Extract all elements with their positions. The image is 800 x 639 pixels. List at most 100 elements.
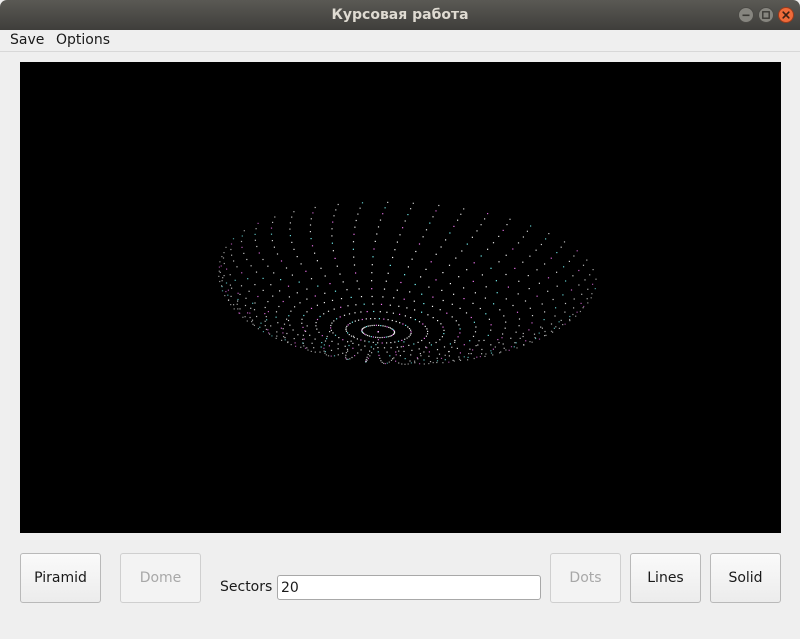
dome-dot [280,279,282,281]
piramid-button[interactable]: Piramid [20,553,101,603]
dome-dot [531,322,533,324]
dome-dot [509,218,511,220]
dome-dot [239,308,241,310]
dome-dot [538,338,541,340]
dome-dot [310,278,313,280]
dome-dot [262,289,264,291]
dome-dot [472,349,474,351]
dome-dot [490,352,493,354]
dome-dot [306,288,308,290]
dome-dot [248,290,250,292]
close-button[interactable] [778,7,794,23]
dome-dot [420,276,422,278]
dome-dot [321,335,323,337]
dome-dot [314,206,316,209]
dome-dot [371,280,373,282]
dome-dot [409,291,411,293]
dome-dot [569,318,571,321]
dome-dot [569,320,571,322]
dome-dot [541,303,543,305]
dome-dot [544,263,546,265]
dome-dot [231,254,233,256]
sectors-input[interactable] [277,575,541,600]
dome-dot [375,344,377,346]
dome-dot [284,337,286,339]
dome-dot [290,310,292,312]
render-viewport[interactable] [20,62,781,533]
dome-dot [439,339,441,341]
lines-button[interactable]: Lines [630,553,701,603]
dome-dot [452,359,454,361]
dome-dot [313,347,315,349]
dome-dot [459,352,461,354]
dome-dot [249,316,251,319]
dome-dot [518,318,521,320]
dome-dot [315,322,317,324]
dome-dot [250,307,252,309]
dome-dot [371,288,373,290]
dome-dot [425,335,427,337]
maximize-button[interactable] [758,7,774,23]
dome-dot [490,344,492,346]
dome-dot [457,219,459,221]
dome-dot [428,355,430,357]
dome-dot [550,330,553,332]
menu-save[interactable]: Save [10,30,44,52]
menu-options[interactable]: Options [56,30,110,52]
dome-dot [365,360,367,362]
dome-dot [468,353,470,355]
dome-dot [219,271,221,273]
dome-dot [426,328,428,330]
dome-dot [487,248,489,250]
dome-dot [375,336,377,338]
dome-dot [345,327,347,329]
dome-dot [222,277,224,279]
dome-dot [455,257,457,259]
dome-dot [430,344,432,346]
dome-dot [421,311,423,313]
solid-button[interactable]: Solid [710,553,781,603]
dome-dot [390,359,393,361]
dome-dot [226,268,228,270]
dome-dot [348,334,350,336]
dome-dot [254,239,256,241]
dome-dot [239,293,241,295]
dome-dot [543,319,545,321]
dome-dot [441,336,443,338]
dome-dot [423,303,425,305]
dome-button[interactable]: Dome [120,553,201,603]
dome-dot [459,328,461,330]
dome-dot [386,311,388,313]
dots-button[interactable]: Dots [550,553,621,603]
dome-dot [258,252,260,254]
dome-dot [347,358,349,360]
dome-dot [371,295,373,298]
dome-dot [282,332,284,334]
dome-dot [335,209,337,211]
dome-dot [586,298,588,300]
dome-dot [432,362,434,364]
dome-dot [227,294,229,296]
dome-dot [383,362,385,364]
dome-dot [249,312,251,314]
dome-dot [413,343,415,345]
dome-dot [279,290,281,292]
dome-dot [220,265,222,267]
dome-dot [517,293,519,295]
minimize-button[interactable] [738,7,754,23]
dome-dot [349,322,351,325]
dome-dot [504,327,506,329]
dome-dot [331,242,333,244]
dome-dot [292,329,294,331]
dome-dot [573,307,575,309]
dome-dot [367,325,369,327]
dome-dot [458,358,461,360]
dome-dot [233,308,235,310]
dome-dot [391,319,393,322]
dome-dot [303,345,305,347]
title-bar[interactable]: Курсовая работа [0,0,800,30]
dome-dot [221,280,223,282]
dome-dot [317,285,319,287]
dome-dot [291,216,293,218]
dome-dot [435,279,437,281]
